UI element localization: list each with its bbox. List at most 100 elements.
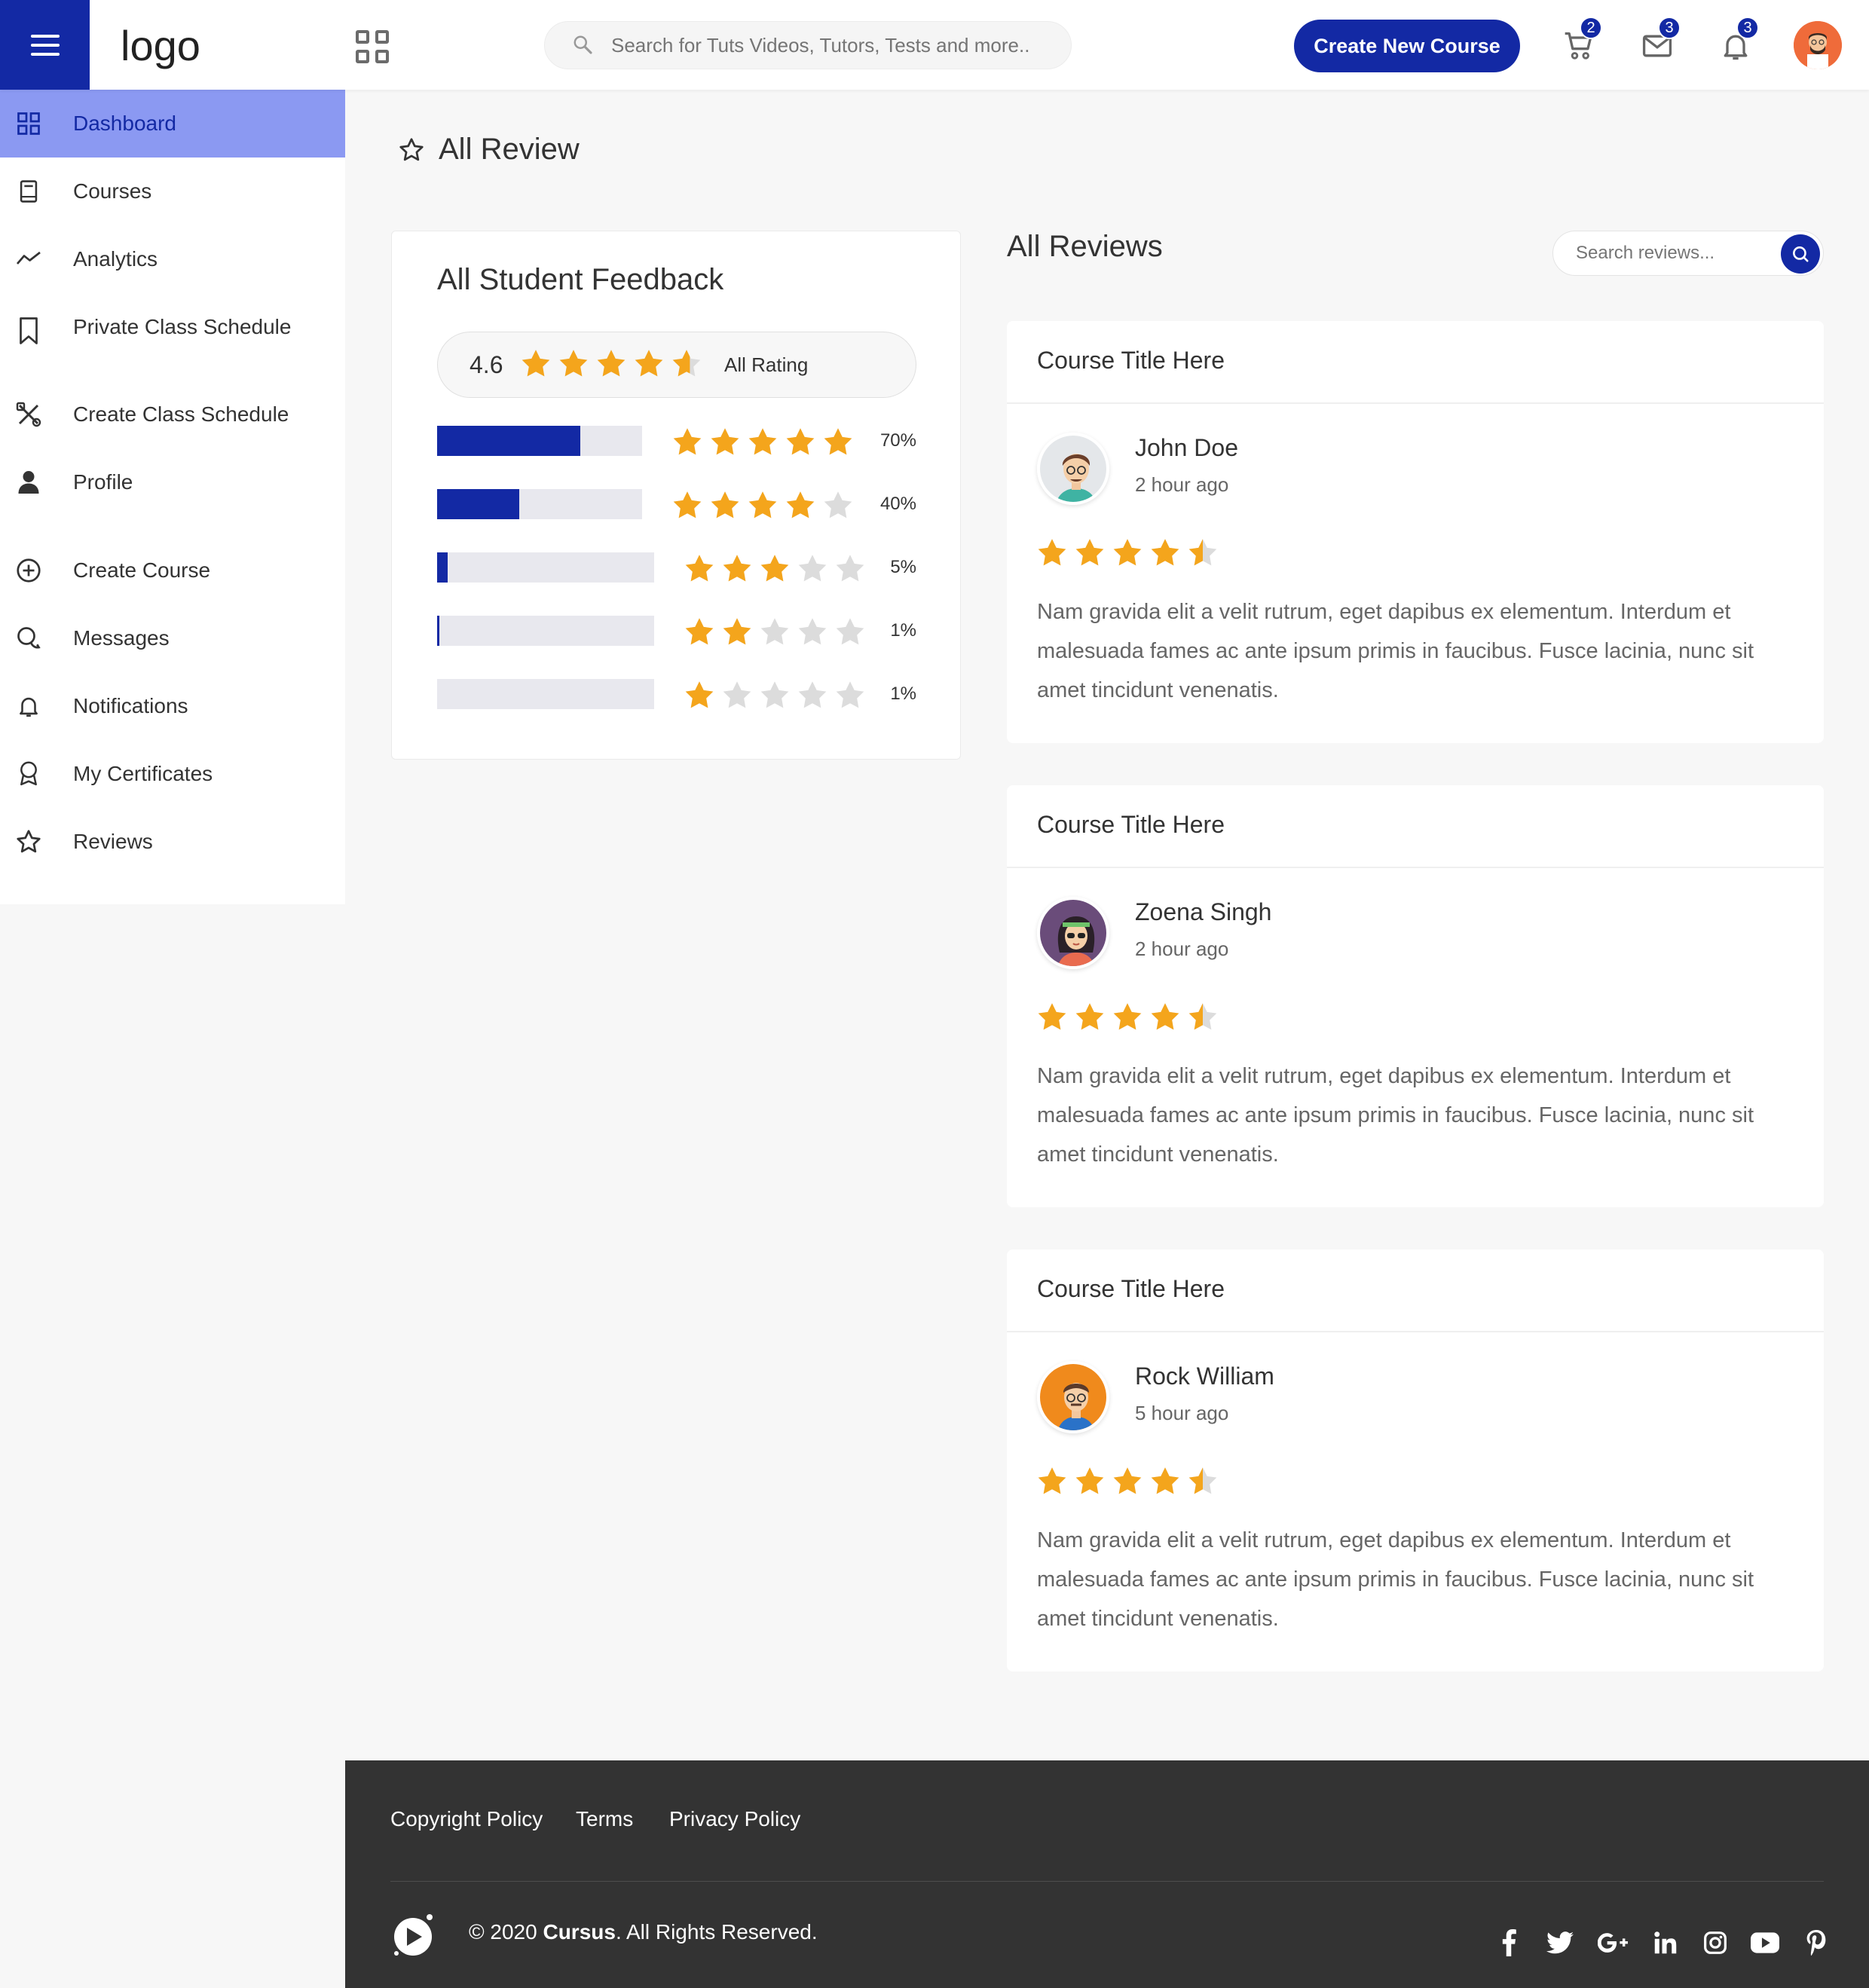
sidebar-item-label: Messages xyxy=(73,626,170,650)
menu-toggle-button[interactable] xyxy=(0,0,90,90)
youtube-icon[interactable] xyxy=(1750,1928,1780,1958)
rating-bar-stars xyxy=(671,426,855,459)
chat-icon xyxy=(14,623,44,653)
footer-link-privacy-policy[interactable]: Privacy Policy xyxy=(669,1807,800,1831)
messages-button[interactable]: 3 xyxy=(1637,17,1681,66)
reviewer-avatar[interactable] xyxy=(1037,897,1109,969)
divider xyxy=(1007,867,1824,868)
search-input[interactable] xyxy=(611,33,1033,57)
instagram-icon[interactable] xyxy=(1700,1928,1730,1958)
reviewer-avatar[interactable] xyxy=(1037,1361,1109,1433)
reviews-search-input[interactable] xyxy=(1576,243,1772,264)
user-icon xyxy=(14,467,44,497)
linkedin-icon[interactable] xyxy=(1650,1928,1681,1958)
copyright-suffix: . All Rights Reserved. xyxy=(615,1920,818,1944)
footer-link-copyright-policy[interactable]: Copyright Policy xyxy=(390,1807,543,1831)
google-plus-icon[interactable] xyxy=(1598,1928,1628,1958)
star-filled-icon xyxy=(635,350,663,377)
create-new-course-button[interactable]: Create New Course xyxy=(1294,20,1520,72)
rating-bar-fill xyxy=(437,426,581,456)
review-card: Course Title Here Zoena Singh 2 hour ago… xyxy=(1007,785,1824,1207)
rating-breakdown-row: 1% xyxy=(437,679,916,709)
notifications-button[interactable]: 3 xyxy=(1715,17,1759,66)
divider xyxy=(1007,1331,1824,1332)
brand-name: Cursus xyxy=(543,1920,616,1944)
star-empty-icon xyxy=(798,681,827,708)
rating-bar-fill xyxy=(437,552,448,583)
sidebar-item-courses[interactable]: Courses xyxy=(0,158,345,225)
review-time: 2 hour ago xyxy=(1135,937,1229,960)
star-filled-icon xyxy=(760,555,789,582)
rating-bar-percent: 1% xyxy=(890,620,916,641)
reviewer-name[interactable]: John Doe xyxy=(1135,434,1238,462)
facebook-icon[interactable] xyxy=(1494,1928,1524,1958)
logo[interactable]: logo xyxy=(121,21,200,70)
sidebar-item-label: Create Class Schedule xyxy=(73,402,289,426)
star-icon xyxy=(14,827,44,857)
star-filled-icon xyxy=(1038,539,1066,566)
star-filled-icon xyxy=(673,428,702,455)
cart-button[interactable]: 2 xyxy=(1559,17,1602,66)
star-empty-icon xyxy=(723,681,751,708)
rating-bar-percent: 70% xyxy=(879,430,916,451)
star-filled-icon xyxy=(1075,1467,1104,1494)
search-bar xyxy=(544,21,1072,69)
sidebar-item-label: Analytics xyxy=(73,247,158,271)
star-filled-icon xyxy=(824,428,852,455)
twitter-icon[interactable] xyxy=(1545,1928,1575,1958)
star-empty-icon xyxy=(798,618,827,645)
sidebar-item-create-course[interactable]: Create Course xyxy=(0,537,345,604)
trend-icon xyxy=(14,244,44,274)
rating-bar-percent: 5% xyxy=(890,557,916,577)
sidebar-item-messages[interactable]: Messages xyxy=(0,604,345,672)
pinterest-icon[interactable] xyxy=(1801,1928,1831,1958)
star-filled-icon xyxy=(685,681,714,708)
review-course-title[interactable]: Course Title Here xyxy=(1037,347,1225,375)
overall-rating-stars xyxy=(519,347,703,381)
rating-bar-stars xyxy=(683,616,867,649)
sidebar-item-analytics[interactable]: Analytics xyxy=(0,225,345,293)
rating-bar-stars xyxy=(683,552,867,586)
star-filled-icon xyxy=(1075,1003,1104,1030)
sidebar-item-label: My Certificates xyxy=(73,762,213,785)
star-empty-icon xyxy=(836,681,864,708)
star-filled-icon xyxy=(1038,1003,1066,1030)
sidebar: Dashboard Courses Analytics Private Clas… xyxy=(0,90,345,904)
sidebar-item-label: Notifications xyxy=(73,694,188,717)
star-filled-icon xyxy=(786,428,815,455)
review-rating-stars xyxy=(1035,537,1219,570)
hamburger-icon xyxy=(30,32,60,59)
apps-grid-icon[interactable] xyxy=(356,30,389,63)
cursus-logo-icon[interactable] xyxy=(390,1911,437,1958)
reviewer-name[interactable]: Rock William xyxy=(1135,1363,1274,1390)
star-filled-icon xyxy=(1113,1003,1142,1030)
sidebar-item-private-class-schedule[interactable]: Private Class Schedule xyxy=(0,293,345,361)
reviewer-avatar[interactable] xyxy=(1037,433,1109,505)
sidebar-item-dashboard[interactable]: Dashboard xyxy=(0,90,345,158)
review-course-title[interactable]: Course Title Here xyxy=(1037,1275,1225,1303)
star-filled-icon xyxy=(559,350,588,377)
sidebar-item-notifications[interactable]: Notifications xyxy=(0,672,345,740)
rating-breakdown-row: 70% xyxy=(437,426,916,456)
review-course-title[interactable]: Course Title Here xyxy=(1037,811,1225,839)
sidebar-item-my-certificates[interactable]: My Certificates xyxy=(0,740,345,808)
footer-link-terms[interactable]: Terms xyxy=(576,1807,633,1831)
sidebar-item-profile[interactable]: Profile xyxy=(0,448,345,516)
star-filled-icon xyxy=(1038,1467,1066,1494)
reviews-search-button[interactable] xyxy=(1781,234,1820,274)
reviewer-name[interactable]: Zoena Singh xyxy=(1135,898,1271,926)
rating-bar-stars xyxy=(671,489,855,522)
mail-count-badge: 3 xyxy=(1658,17,1681,39)
award-icon xyxy=(14,759,44,789)
user-avatar[interactable] xyxy=(1794,21,1842,69)
star-empty-icon xyxy=(760,618,789,645)
sidebar-item-create-class-schedule[interactable]: Create Class Schedule xyxy=(0,381,345,448)
notification-count-badge: 3 xyxy=(1736,17,1759,39)
search-icon xyxy=(572,34,595,57)
star-filled-icon xyxy=(711,428,739,455)
sidebar-item-reviews[interactable]: Reviews xyxy=(0,808,345,876)
star-empty-icon xyxy=(760,681,789,708)
sidebar-item-label: Reviews xyxy=(73,830,153,853)
rating-bar-fill xyxy=(437,489,519,519)
star-filled-icon xyxy=(673,491,702,518)
